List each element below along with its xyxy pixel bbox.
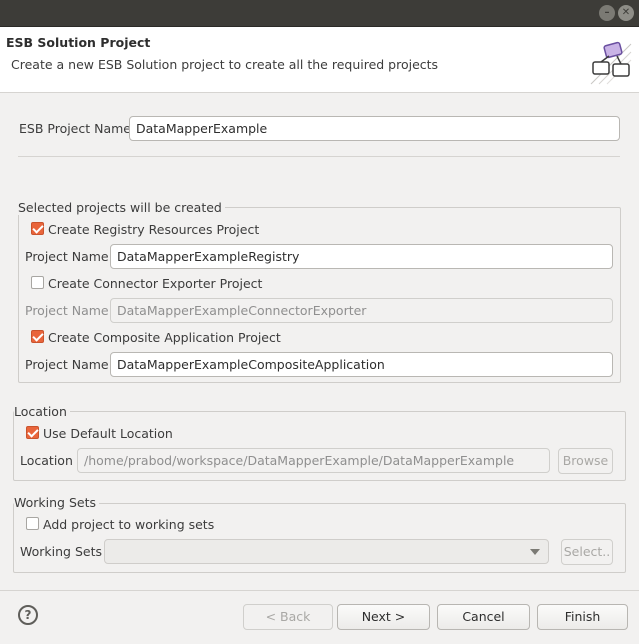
close-window-icon[interactable]: ✕ xyxy=(618,5,634,21)
back-button[interactable]: < Back xyxy=(243,604,333,630)
wizard-header: ESB Solution Project Create a new ESB So… xyxy=(0,27,639,93)
connector-project-name-input: DataMapperExampleConnectorExporter xyxy=(110,298,613,323)
restore-window-icon[interactable]: – xyxy=(599,5,615,21)
wizard-description: Create a new ESB Solution project to cre… xyxy=(11,57,439,72)
browse-button[interactable]: Browse xyxy=(558,448,613,474)
help-icon[interactable]: ? xyxy=(18,605,38,625)
working-sets-legend: Working Sets xyxy=(14,495,99,510)
window-titlebar: – ✕ xyxy=(0,0,639,27)
create-connector-label: Create Connector Exporter Project xyxy=(48,276,263,291)
use-default-location-checkbox[interactable] xyxy=(26,426,39,439)
composite-project-name-input[interactable]: DataMapperExampleCompositeApplication xyxy=(110,352,613,377)
registry-project-name-label: Project Name xyxy=(25,249,109,264)
working-sets-label: Working Sets xyxy=(20,544,102,559)
location-input: /home/prabod/workspace/DataMapperExample… xyxy=(77,448,550,473)
create-registry-label: Create Registry Resources Project xyxy=(48,222,260,237)
esb-wizard-logo-icon xyxy=(590,41,632,85)
composite-project-name-label: Project Name xyxy=(25,357,109,372)
use-default-location-label: Use Default Location xyxy=(43,426,173,441)
esb-project-name-label: ESB Project Name xyxy=(19,121,131,136)
location-label: Location xyxy=(20,453,73,468)
finish-button[interactable]: Finish xyxy=(537,604,628,630)
location-legend: Location xyxy=(14,404,70,419)
separator xyxy=(18,156,620,157)
chevron-down-icon xyxy=(530,549,540,555)
next-button[interactable]: Next > xyxy=(337,604,430,630)
select-working-sets-button[interactable]: Select.. xyxy=(561,539,613,565)
create-registry-checkbox[interactable] xyxy=(31,222,44,235)
footer-separator xyxy=(0,590,639,591)
esb-project-name-input[interactable]: DataMapperExample xyxy=(129,116,620,141)
connector-project-name-label: Project Name xyxy=(25,303,109,318)
registry-project-name-input[interactable]: DataMapperExampleRegistry xyxy=(110,244,613,269)
working-sets-combo xyxy=(104,539,549,564)
wizard-title: ESB Solution Project xyxy=(6,35,151,50)
cancel-button[interactable]: Cancel xyxy=(437,604,530,630)
create-composite-checkbox[interactable] xyxy=(31,330,44,343)
selected-projects-legend: Selected projects will be created xyxy=(18,200,225,215)
create-composite-label: Create Composite Application Project xyxy=(48,330,281,345)
add-to-working-sets-checkbox[interactable] xyxy=(26,517,39,530)
add-to-working-sets-label: Add project to working sets xyxy=(43,517,215,532)
create-connector-checkbox[interactable] xyxy=(31,276,44,289)
